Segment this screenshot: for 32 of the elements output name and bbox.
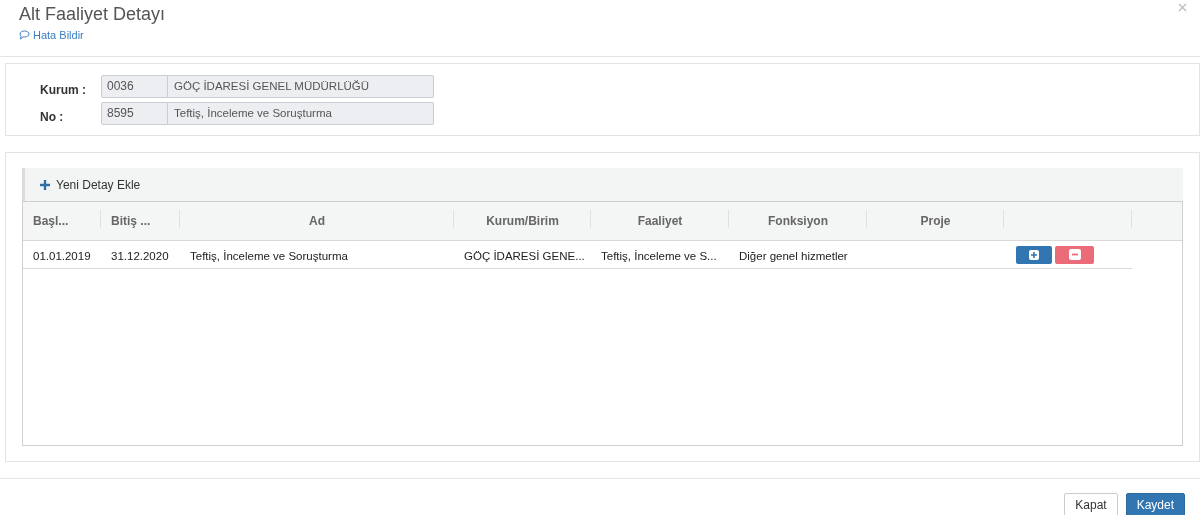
table-cell: Teftiş, İnceleme ve S... (601, 249, 717, 262)
column-header[interactable]: Başl... (33, 212, 69, 230)
code-field[interactable]: 8595 (101, 101, 168, 125)
table-cell: Diğer genel hizmetler (739, 249, 848, 262)
column-header[interactable]: Fonksiyon (768, 212, 828, 230)
name-field[interactable]: Teftiş, İnceleme ve Soruşturma (168, 101, 434, 125)
save-button[interactable]: Kaydet (1125, 493, 1185, 515)
dialog-title: Alt Faaliyet Detayı (19, 3, 166, 25)
code-field[interactable]: 0036 (101, 74, 168, 98)
table-cell: 31.12.2020 (111, 249, 169, 262)
report-link[interactable]: Hata Bildir (19, 27, 84, 44)
column-header[interactable]: Bitiş ... (111, 212, 151, 230)
column-header[interactable]: Proje (920, 212, 951, 230)
table-cell: 01.01.2019 (33, 249, 91, 262)
name-field[interactable]: GÖÇ İDARESİ GENEL MÜDÜRLÜĞÜ (168, 74, 434, 98)
close-button[interactable] (1176, 1, 1188, 13)
field-label: Kurum : (40, 82, 87, 99)
plus-icon (40, 179, 50, 190)
close-icon (1177, 2, 1187, 12)
speech-bubble-icon (19, 30, 30, 41)
field-label: No : (40, 109, 65, 126)
close-dialog-button[interactable]: Kapat (1064, 493, 1118, 515)
remove-row-button[interactable] (1055, 245, 1094, 264)
table-cell: Teftiş, İnceleme ve Soruşturma (190, 249, 348, 262)
column-header[interactable]: Faaliyet (637, 212, 683, 230)
add-row-button[interactable] (1016, 245, 1052, 264)
add-detail-button[interactable]: Yeni Detay Ekle (40, 175, 141, 194)
column-header[interactable]: Kurum/Birim (486, 212, 559, 230)
column-header[interactable]: Ad (309, 212, 325, 230)
table-cell: GÖÇ İDARESİ GENE... (464, 249, 585, 262)
minus-square-icon (1068, 249, 1081, 260)
plus-square-icon (1029, 249, 1039, 260)
